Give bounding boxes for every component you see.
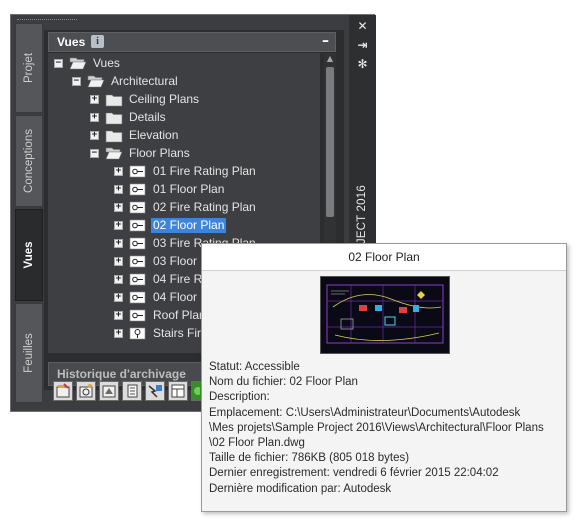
tree-node[interactable]: − Vues bbox=[54, 55, 320, 73]
tab-conceptions[interactable]: Conceptions bbox=[15, 115, 43, 207]
tree-node[interactable]: + Details bbox=[90, 109, 320, 127]
tooltip-line: Statut: Accessible bbox=[209, 361, 300, 373]
expand-icon[interactable]: + bbox=[114, 239, 123, 248]
collapse-section-button[interactable]: – bbox=[322, 33, 329, 49]
expand-icon[interactable]: + bbox=[114, 221, 123, 230]
add-detail-icon bbox=[79, 384, 93, 398]
close-icon[interactable]: ✕ bbox=[355, 19, 370, 33]
open-folder-icon bbox=[69, 56, 87, 71]
repath-icon bbox=[148, 385, 162, 398]
info-icon[interactable]: i bbox=[91, 35, 104, 48]
tab-feuilles-label: Feuilles bbox=[23, 333, 35, 373]
add-detail-button[interactable] bbox=[76, 381, 96, 401]
floor-plan-preview-icon bbox=[321, 277, 449, 353]
drawing-preview bbox=[320, 276, 450, 354]
expand-icon[interactable]: + bbox=[90, 95, 99, 104]
tooltip-line: \Mes projets\Sample Project 2016\Views\A… bbox=[209, 421, 544, 434]
expand-icon[interactable]: + bbox=[90, 113, 99, 122]
view-icon bbox=[129, 218, 147, 233]
tab-projet[interactable]: Projet bbox=[15, 23, 43, 113]
tree-node[interactable]: − Architectural bbox=[72, 73, 320, 91]
table-button[interactable] bbox=[168, 381, 188, 401]
tooltip-title: 02 Floor Plan bbox=[202, 244, 566, 271]
tree-node[interactable]: +02 Fire Rating Plan bbox=[114, 199, 320, 217]
tree-node[interactable]: + Ceiling Plans bbox=[90, 91, 320, 109]
expand-icon[interactable]: + bbox=[114, 167, 123, 176]
view-icon bbox=[129, 272, 147, 287]
add-view-button[interactable] bbox=[53, 381, 73, 401]
tooltip-line: Dernière modification par: Autodesk bbox=[209, 482, 392, 495]
view-tooltip: 02 Floor Plan Statut: Accessible Nom du f… bbox=[201, 243, 567, 512]
sync-button[interactable] bbox=[191, 381, 202, 401]
expand-icon[interactable]: + bbox=[90, 131, 99, 140]
collapse-icon[interactable]: − bbox=[90, 149, 99, 158]
tree-node-label[interactable]: Roof Plan bbox=[151, 308, 208, 323]
collapse-icon[interactable]: − bbox=[54, 59, 63, 68]
tooltip-line: \02 Floor Plan.dwg bbox=[209, 437, 305, 450]
tab-vues-label: Vues bbox=[23, 241, 35, 269]
tree-node[interactable]: +01 Floor Plan bbox=[114, 181, 320, 199]
folder-icon bbox=[105, 110, 123, 125]
tree-node-label[interactable]: Elevation bbox=[127, 128, 180, 143]
tree-node[interactable]: +02 Floor Plan bbox=[114, 217, 320, 235]
tree-node[interactable]: − Floor Plans bbox=[90, 145, 320, 163]
scroll-thumb[interactable] bbox=[326, 67, 334, 217]
repath-button[interactable] bbox=[145, 381, 165, 401]
view-icon bbox=[129, 200, 147, 215]
tab-projet-label: Projet bbox=[23, 52, 35, 84]
tree-node-label[interactable]: Vues bbox=[91, 56, 122, 71]
open-folder-icon bbox=[87, 74, 105, 89]
tooltip-line: Emplacement: C:\Users\Administrateur\Doc… bbox=[209, 406, 521, 419]
tree-node-label[interactable]: 02 Floor Plan bbox=[151, 218, 227, 233]
folder-icon bbox=[105, 128, 123, 143]
view-icon bbox=[129, 308, 147, 323]
expand-icon[interactable]: + bbox=[114, 293, 123, 302]
add-section-button[interactable] bbox=[99, 381, 119, 401]
tree-node-label[interactable]: Architectural bbox=[109, 74, 180, 89]
gear-icon[interactable]: ✻ bbox=[355, 57, 370, 71]
tooltip-line: Dernier enregistrement: vendredi 6 févri… bbox=[209, 467, 499, 480]
tab-vues[interactable]: Vues bbox=[15, 209, 43, 301]
view-icon bbox=[129, 236, 147, 251]
expand-icon[interactable]: + bbox=[114, 257, 123, 266]
tree-node-label[interactable]: 01 Floor Plan bbox=[151, 182, 226, 197]
tree-node-label[interactable]: Floor Plans bbox=[127, 146, 192, 161]
sync-icon bbox=[194, 387, 202, 395]
expand-icon[interactable]: + bbox=[114, 203, 123, 212]
autohide-icon[interactable]: ⇥ bbox=[355, 38, 370, 52]
views-section-header[interactable]: Vues i – bbox=[48, 32, 336, 52]
folder-icon bbox=[105, 92, 123, 107]
tab-feuilles[interactable]: Feuilles bbox=[15, 303, 43, 403]
expand-icon[interactable]: + bbox=[114, 275, 123, 284]
scroll-up-icon[interactable]: ▲ bbox=[324, 53, 336, 65]
section-view-icon bbox=[129, 326, 147, 341]
tab-conceptions-label: Conceptions bbox=[23, 129, 35, 193]
view-icon bbox=[129, 290, 147, 305]
table-icon bbox=[171, 384, 185, 398]
view-icon bbox=[129, 164, 147, 179]
open-folder-icon bbox=[105, 146, 123, 161]
expand-icon[interactable]: + bbox=[114, 185, 123, 194]
expand-icon[interactable]: + bbox=[114, 329, 123, 338]
view-icon bbox=[129, 254, 147, 269]
add-section-icon bbox=[102, 385, 116, 398]
tree-node[interactable]: +01 Fire Rating Plan bbox=[114, 163, 320, 181]
tree-node-label[interactable]: Ceiling Plans bbox=[127, 92, 201, 107]
tooltip-details: Statut: Accessible Nom du fichier: 02 Flo… bbox=[209, 360, 564, 497]
tooltip-line: Taille de fichier: 786KB (805 018 bytes) bbox=[209, 452, 410, 465]
properties-button[interactable] bbox=[122, 381, 142, 401]
add-view-icon bbox=[56, 383, 70, 398]
expand-icon[interactable]: + bbox=[114, 311, 123, 320]
tree-node-label[interactable]: Details bbox=[127, 110, 168, 125]
collapse-icon[interactable]: − bbox=[72, 77, 81, 86]
tooltip-line: Description: bbox=[209, 391, 270, 404]
tree-node-label[interactable]: 02 Fire Rating Plan bbox=[151, 200, 258, 215]
properties-icon bbox=[127, 384, 138, 398]
section-title: Vues bbox=[57, 35, 86, 49]
view-icon bbox=[129, 182, 147, 197]
tree-node[interactable]: + Elevation bbox=[90, 127, 320, 145]
tooltip-line: Nom du fichier: 02 Floor Plan bbox=[209, 376, 358, 389]
tree-node-label[interactable]: 01 Fire Rating Plan bbox=[151, 164, 258, 179]
